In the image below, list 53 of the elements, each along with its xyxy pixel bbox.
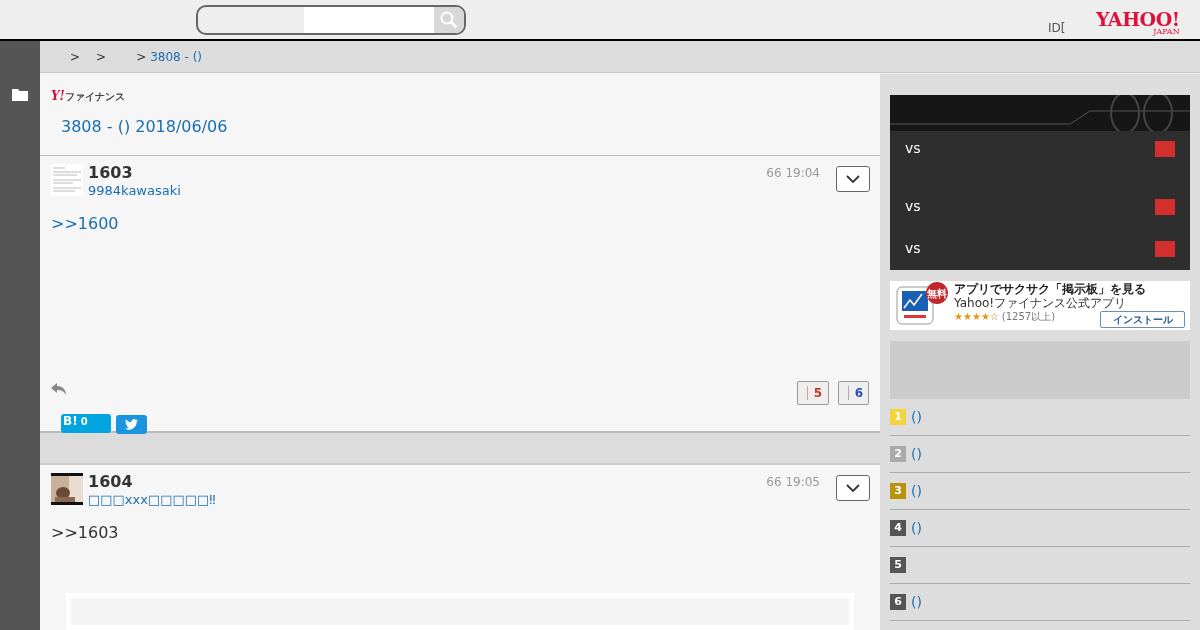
- ranking-link[interactable]: (): [911, 443, 922, 465]
- ranking-link[interactable]: (): [911, 517, 922, 539]
- ranking-link[interactable]: (): [911, 480, 922, 502]
- search-field[interactable]: [196, 5, 466, 35]
- breadcrumb-separator: >: [136, 48, 147, 66]
- post-number: 1604: [88, 471, 134, 492]
- score-marker: [1155, 140, 1175, 157]
- ranking-link[interactable]: (): [911, 591, 922, 613]
- rank-badge: 6: [890, 594, 906, 610]
- rank-badge: 3: [890, 483, 906, 499]
- hatena-bookmark-button[interactable]: B! 0: [61, 414, 111, 433]
- post-time: 66 19:05: [766, 473, 820, 491]
- rank-badge: 2: [890, 446, 906, 462]
- rank-badge: 5: [890, 557, 906, 573]
- post-body: >>1603: [51, 522, 120, 545]
- page-title: 3808 - () 2018/06/06: [60, 116, 229, 138]
- yahoo-japan-logo[interactable]: YAHOO! JAPAN: [1096, 10, 1180, 36]
- chevron-down-icon: [846, 483, 860, 492]
- post-number: 1603: [88, 163, 134, 183]
- breadcrumb-link[interactable]: 3808 - (): [150, 47, 203, 66]
- rating-count: (1257以上): [1001, 310, 1056, 324]
- user-name[interactable]: 9984kawasaki: [88, 183, 181, 200]
- rank-badge: 1: [890, 409, 906, 425]
- dislike-button[interactable]: 6: [838, 381, 869, 405]
- matchup-label[interactable]: vs: [905, 138, 921, 159]
- like-button[interactable]: 5: [797, 381, 829, 405]
- twitter-button[interactable]: [116, 415, 147, 434]
- rank-badge: 4: [890, 520, 906, 536]
- ranking-link[interactable]: (): [911, 406, 922, 428]
- avatar-thumbnail: [51, 164, 83, 196]
- score-marker: [1155, 198, 1175, 215]
- post-body[interactable]: >>1600: [51, 212, 869, 237]
- app-name: Yahoo!ファイナンス公式アプリ: [954, 296, 1128, 310]
- post-time: 66 19:04: [766, 165, 820, 182]
- finance-logo[interactable]: Y!ファイナンス: [51, 87, 125, 105]
- folder-icon[interactable]: [12, 88, 28, 101]
- score-marker: [1155, 240, 1175, 257]
- free-badge: 無料: [926, 282, 948, 304]
- chevron-down-icon: [846, 175, 860, 183]
- rating-stars: ★★★★☆: [954, 310, 999, 324]
- install-button[interactable]: インストール: [1100, 311, 1185, 328]
- bird-icon: [125, 419, 138, 430]
- reply-icon[interactable]: [51, 383, 67, 397]
- dropdown-button[interactable]: [836, 474, 870, 501]
- matchup-label[interactable]: vs: [905, 238, 921, 259]
- ad-headline: アプリでサクサク「掲示板」を見る: [954, 282, 1146, 296]
- breadcrumb-separator: >: [96, 48, 107, 66]
- matchup-label[interactable]: vs: [905, 196, 921, 217]
- user-name[interactable]: □□□xxx□□□□□‼: [88, 491, 216, 509]
- breadcrumb-separator: >: [70, 48, 81, 66]
- login-link[interactable]: ID[: [1048, 19, 1066, 37]
- dropdown-button[interactable]: [836, 166, 870, 192]
- app-ad-banner[interactable]: 無料 アプリでサクサク「掲示板」を見る Yahoo!ファイナンス公式アプリ ★★★★☆ (1257以上) インストール: [890, 281, 1190, 330]
